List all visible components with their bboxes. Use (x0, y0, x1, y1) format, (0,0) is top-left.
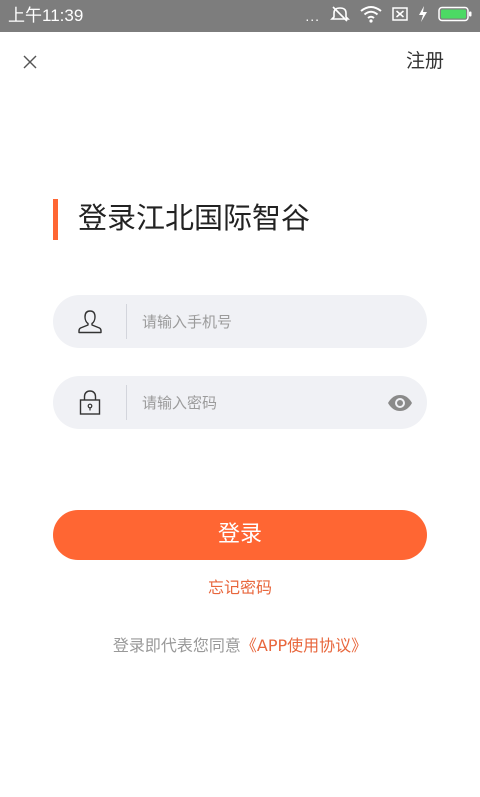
forgot-password-link[interactable]: 忘记密码 (0, 577, 480, 599)
more-dots-icon: ... (305, 8, 320, 24)
user-icon (77, 308, 103, 335)
charging-icon (418, 6, 428, 26)
status-icons: ... (295, 6, 472, 26)
register-link[interactable]: 注册 (406, 48, 444, 74)
agreement-text: 登录即代表您同意《APP使用协议》 (0, 635, 480, 657)
agreement-link[interactable]: 《APP使用协议》 (241, 636, 367, 655)
sim-icon (392, 6, 408, 26)
close-button[interactable] (14, 48, 46, 76)
eye-icon[interactable] (387, 390, 413, 416)
page-title: 登录江北国际智谷 (78, 201, 311, 235)
status-time: 上午11:39 (8, 6, 84, 25)
field-divider (126, 304, 127, 339)
status-bar: 上午11:39 ... (0, 0, 480, 32)
close-icon (23, 55, 37, 69)
login-screen: 上午11:39 ... 注册 登录江北国际智谷 请输入手机号 登录 忘记密码 登… (0, 0, 480, 797)
agreement-prefix: 登录即代表您同意 (112, 636, 241, 655)
mute-icon (330, 5, 350, 27)
password-input[interactable] (142, 376, 372, 429)
field-divider (126, 385, 127, 420)
wifi-icon (360, 5, 382, 27)
battery-icon (438, 6, 472, 26)
lock-icon (77, 389, 103, 416)
phone-input[interactable] (142, 295, 372, 348)
login-button[interactable]: 登录 (53, 510, 427, 560)
title-accent-bar (53, 199, 58, 240)
phone-field[interactable] (53, 295, 427, 348)
password-field[interactable] (53, 376, 427, 429)
